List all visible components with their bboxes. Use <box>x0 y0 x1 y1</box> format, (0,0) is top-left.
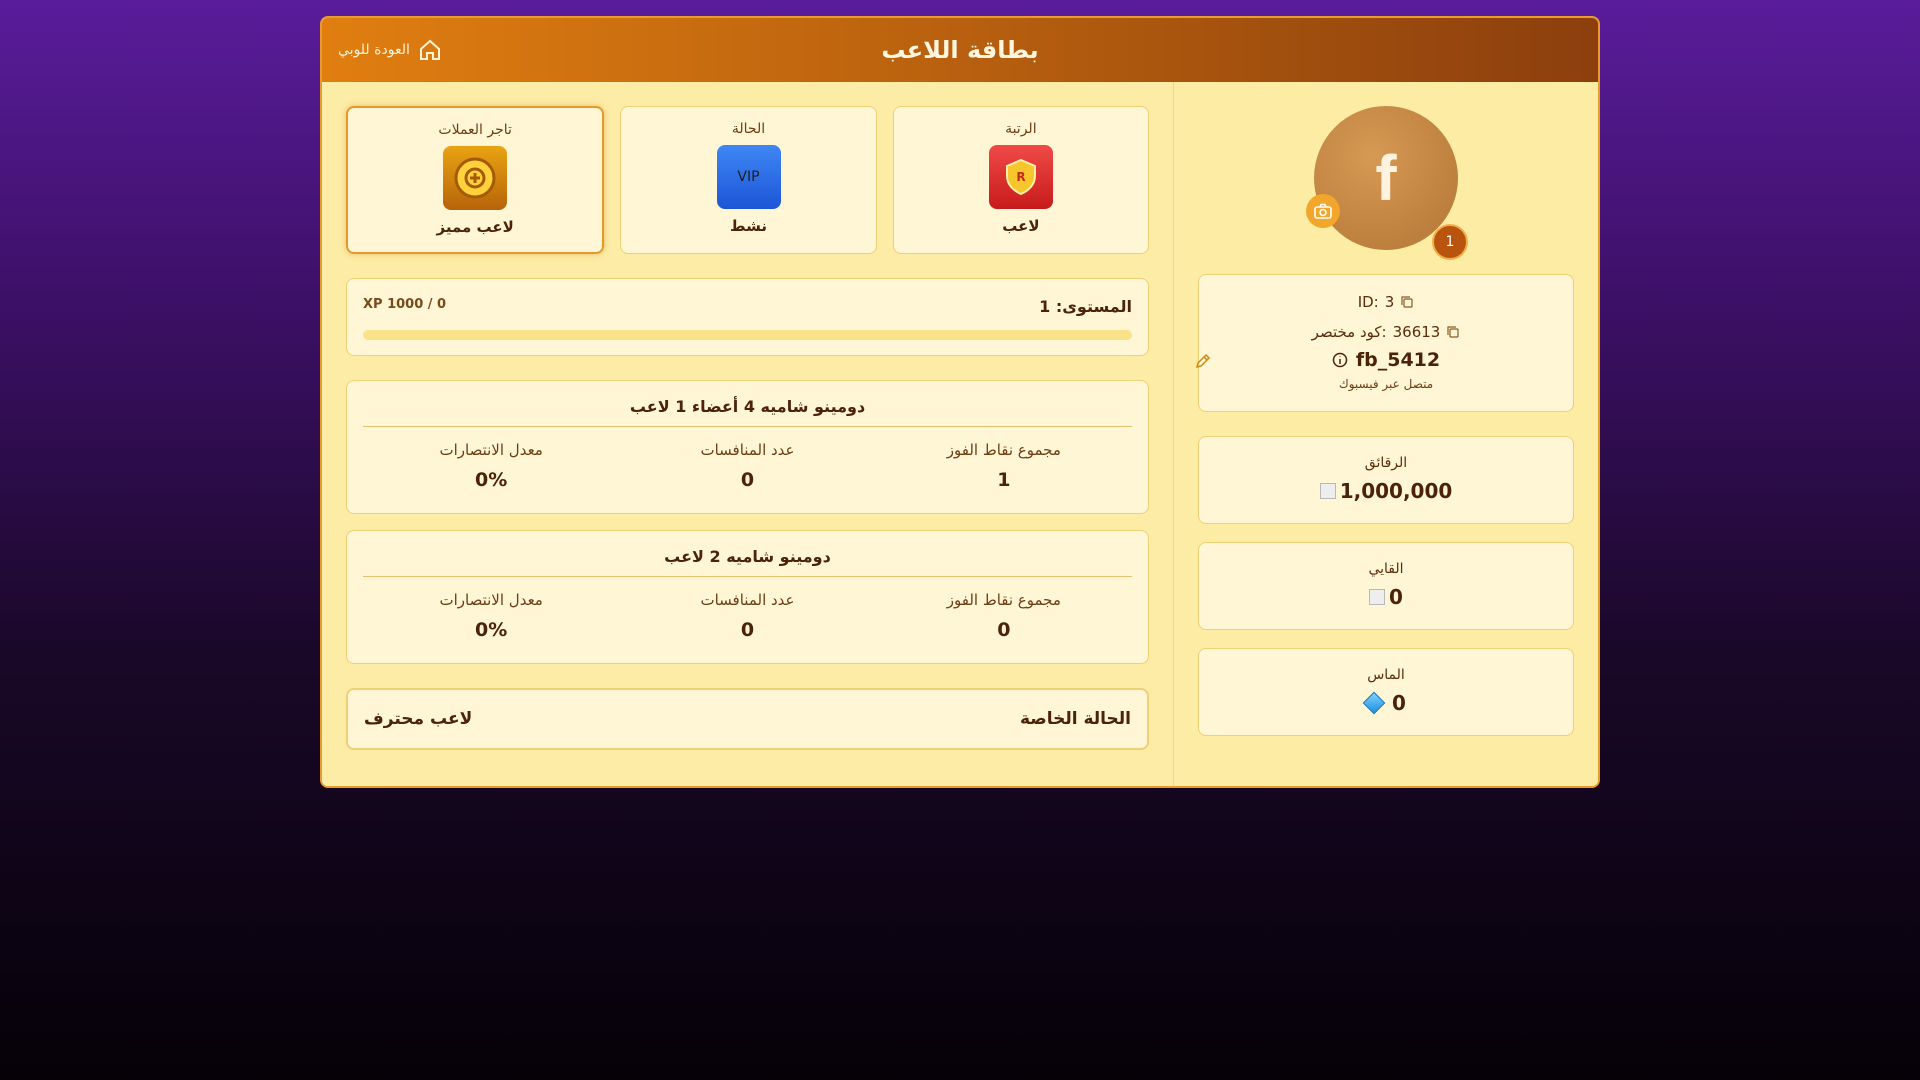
rank-label: الرتبة <box>1005 121 1037 137</box>
short-code-row: كود مختصر: 36613 <box>1199 317 1573 347</box>
status-label: الحالة <box>731 121 766 137</box>
diamonds-panel: الماس 0 <box>1198 648 1574 736</box>
player-card-window: العودة للوبي بطاقة اللاعب الرتبة R لاعب … <box>320 16 1600 788</box>
game-title: دومينو شاميه 4 أعضاء 1 لاعب <box>363 397 1132 427</box>
game-title: دومينو شاميه 2 لاعب <box>363 547 1132 577</box>
id-value: 3 <box>1384 293 1395 311</box>
vip-image-icon: VIP <box>716 145 781 209</box>
stat-label: عدد المنافسات <box>700 441 795 459</box>
stats-column: الرتبة R لاعب الحالة VIP نشط تاجر العملا… <box>322 82 1174 786</box>
copy-short-code-icon[interactable] <box>1446 325 1460 339</box>
special-status-label: الحالة الخاصة <box>1019 709 1131 729</box>
stat-value: 0 <box>997 619 1011 641</box>
vip-image-alt: VIP <box>737 169 760 185</box>
stat-label: عدد المنافسات <box>700 591 795 609</box>
chips-icon <box>1319 483 1336 499</box>
rank-icon-letter: R <box>1016 170 1025 184</box>
back-to-lobby-button[interactable]: العودة للوبي <box>338 38 442 62</box>
copy-id-icon[interactable] <box>1400 295 1414 309</box>
level-badge: 1 <box>1432 224 1468 260</box>
stat-value: 0 <box>740 619 755 641</box>
back-label: العودة للوبي <box>338 42 410 58</box>
stat-value: 0% <box>475 469 508 491</box>
id-label: ID: <box>1357 293 1379 311</box>
game-stats-panel-2: دومينو شاميه 2 لاعب مجموع نقاط الفوز 0 عد… <box>346 530 1149 664</box>
stat-value: 0 <box>740 469 755 491</box>
rank-value: لاعب <box>1002 217 1040 235</box>
level-panel: المستوى: 1 XP 1000 / 0 <box>346 278 1149 356</box>
rank-shield-icon: R <box>988 145 1053 209</box>
player-name-row: fb_5412 <box>1199 349 1573 371</box>
home-icon <box>419 39 440 60</box>
currency-trader-label: تاجر العملات <box>438 122 512 138</box>
stat-label: معدل الانتصارات <box>439 591 543 609</box>
avatar-wrap: f 1 <box>1306 106 1468 260</box>
level-label: المستوى: 1 <box>1039 297 1132 316</box>
stat-label: مجموع نقاط الفوز <box>946 441 1061 459</box>
identity-panel: ID: 3 كود مختصر: 36613 fb_5412 متصل عبر … <box>1195 274 1574 412</box>
chips-value: 1,000,000 <box>1339 479 1453 503</box>
qayi-panel: القايي 0 <box>1198 542 1574 630</box>
diamonds-label: الماس <box>1367 667 1405 683</box>
info-icon[interactable] <box>1332 352 1348 368</box>
status-value: نشط <box>730 217 767 235</box>
stat-label: مجموع نقاط الفوز <box>946 591 1061 609</box>
special-status-panel: الحالة الخاصة لاعب محترف <box>346 688 1149 750</box>
coin-exchange-icon <box>443 146 508 210</box>
edit-icon[interactable] <box>1195 353 1211 369</box>
camera-icon <box>1314 203 1332 219</box>
chips-label: الرقائق <box>1364 455 1408 471</box>
id-row: ID: 3 <box>1199 287 1573 317</box>
qayi-value: 0 <box>1389 585 1403 609</box>
diamond-icon <box>1362 691 1386 715</box>
short-code-value: 36613 <box>1392 323 1441 341</box>
chips-panel: الرقائق 1,000,000 <box>1198 436 1574 524</box>
special-status-value: لاعب محترف <box>364 709 473 729</box>
short-code-label: كود مختصر: <box>1311 323 1387 341</box>
status-card: الحالة VIP نشط <box>620 106 877 254</box>
change-photo-button[interactable] <box>1306 194 1340 228</box>
stat-value: 1 <box>997 469 1011 491</box>
stat-label: معدل الانتصارات <box>439 441 543 459</box>
rank-card: الرتبة R لاعب <box>892 106 1149 254</box>
connected-via-text: متصل عبر فيسبوك <box>1338 377 1434 391</box>
xp-progress-bar <box>363 330 1132 340</box>
header: العودة للوبي بطاقة اللاعب <box>322 18 1598 82</box>
stat-value: 0% <box>475 619 508 641</box>
xp-value: XP 1000 / 0 <box>363 297 447 312</box>
page-title: بطاقة اللاعب <box>881 36 1039 64</box>
currency-trader-value: لاعب مميز <box>436 218 514 236</box>
diamonds-value: 0 <box>1392 691 1406 715</box>
profile-column: f 1 ID: 3 كود مختصر: 36613 fb_5412 متصل … <box>1174 82 1598 786</box>
qayi-icon <box>1369 589 1386 605</box>
currency-trader-card[interactable]: تاجر العملات لاعب مميز <box>346 106 605 254</box>
game-stats-panel-1: دومينو شاميه 4 أعضاء 1 لاعب مجموع نقاط ا… <box>346 380 1149 514</box>
qayi-label: القايي <box>1368 561 1404 577</box>
player-name: fb_5412 <box>1355 349 1441 371</box>
